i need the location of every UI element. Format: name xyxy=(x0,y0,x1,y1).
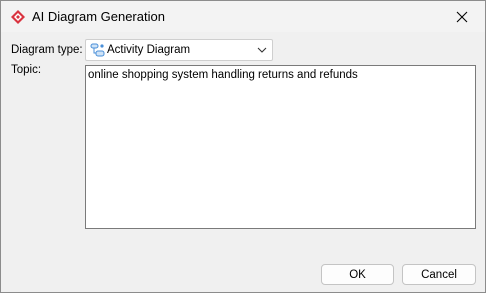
activity-diagram-icon xyxy=(90,43,105,57)
dialog-window: AI Diagram Generation Diagram type: Acti… xyxy=(0,0,486,293)
topic-value: online shopping system handling returns … xyxy=(88,69,358,81)
topic-label: Topic: xyxy=(11,64,42,76)
close-icon xyxy=(456,11,468,22)
diagram-type-value: Activity Diagram xyxy=(107,44,191,56)
ok-button[interactable]: OK xyxy=(321,264,394,285)
close-button[interactable] xyxy=(439,1,485,32)
diamond-app-icon xyxy=(11,10,25,24)
chevron-down-icon xyxy=(257,47,267,53)
title-bar[interactable]: AI Diagram Generation xyxy=(1,1,485,32)
diagram-type-select[interactable]: Activity Diagram xyxy=(85,39,273,61)
cancel-button[interactable]: Cancel xyxy=(402,264,476,285)
dialog-title: AI Diagram Generation xyxy=(32,9,165,24)
topic-textarea[interactable]: online shopping system handling returns … xyxy=(85,65,476,229)
diagram-type-label: Diagram type: xyxy=(11,44,83,56)
